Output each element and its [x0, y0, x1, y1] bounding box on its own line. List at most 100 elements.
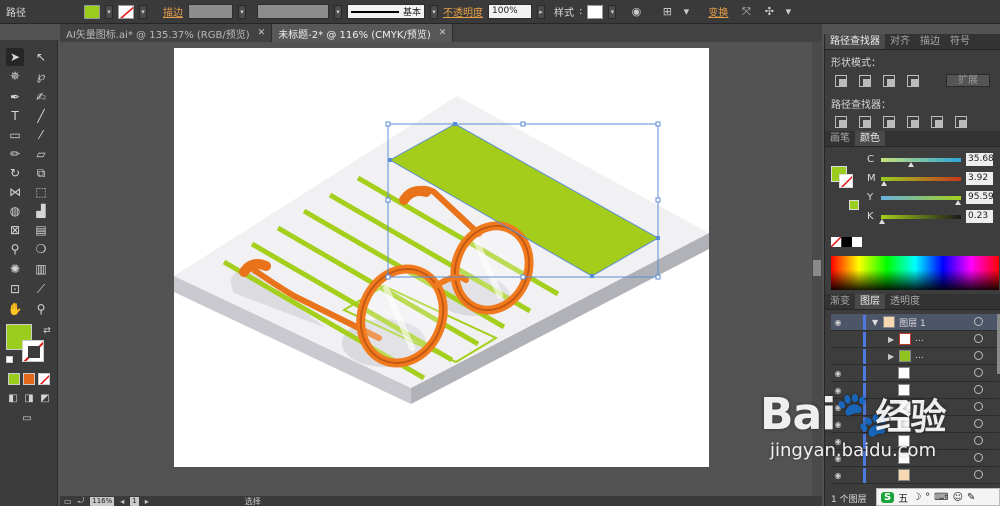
black-value[interactable]: 0.23 — [966, 210, 993, 223]
eye-icon[interactable]: ◉ — [831, 471, 845, 480]
glasses-document-illustration[interactable] — [174, 48, 709, 467]
zoom-field[interactable]: 116% — [90, 496, 115, 506]
tab-symbols[interactable]: 符号 — [945, 34, 975, 49]
color-spectrum[interactable] — [831, 256, 999, 290]
slice-tool-icon[interactable]: ⟋ — [32, 280, 50, 298]
sublayer-row[interactable]: ▶ ... — [831, 331, 999, 348]
magenta-slider-thumb[interactable] — [881, 181, 887, 186]
screen-mode-icon[interactable]: ▭ — [18, 410, 36, 428]
sublayer-target-icon[interactable] — [974, 351, 983, 360]
sogou-ime-icon[interactable]: S — [881, 491, 895, 503]
prev-artboard-icon[interactable]: ◂ — [120, 497, 124, 506]
eraser-tool-icon[interactable]: ▱ — [32, 145, 50, 163]
tab-transparency[interactable]: 透明度 — [885, 294, 925, 309]
moon-icon[interactable]: ☽ — [912, 492, 921, 503]
expand-sublayer-icon[interactable]: ▶ — [888, 335, 894, 344]
rotate-tool-icon[interactable]: ↻ — [6, 164, 24, 182]
align-dropdown-icon[interactable]: ▾ — [679, 5, 693, 19]
ime-toolbar[interactable]: S 五 ☽ ° ⌨ ☺ ✎ — [876, 488, 1000, 506]
eye-icon[interactable]: ◉ — [831, 369, 845, 378]
variable-width-field[interactable] — [257, 4, 329, 19]
eyedropper-tool-icon[interactable]: ⚲ — [6, 240, 24, 258]
rotate-view-icon[interactable]: ⤾ — [78, 496, 85, 506]
sublayer-row[interactable]: ▶ ... — [831, 348, 999, 365]
tab-gradient[interactable]: 渐变 — [825, 294, 855, 309]
recolor-icon[interactable]: ◉ — [629, 5, 643, 19]
type-tool-icon[interactable]: T — [6, 107, 24, 125]
magenta-slider[interactable] — [881, 177, 961, 181]
opacity-field[interactable]: 100% — [488, 4, 532, 19]
tab-document-1[interactable]: AI矢量图标.ai* @ 135.37% (RGB/预览) ✕ — [60, 24, 273, 42]
sublayer-target-icon[interactable] — [974, 453, 983, 462]
black-slider[interactable] — [881, 215, 961, 219]
tab-stroke[interactable]: 描边 — [915, 34, 945, 49]
next-artboard-icon[interactable]: ▸ — [145, 497, 149, 506]
gradient-mode-icon[interactable] — [23, 373, 35, 385]
pencil-tool-icon[interactable]: ✏ — [6, 145, 24, 163]
tab-layers[interactable]: 图层 — [855, 294, 885, 309]
paintbrush-tool-icon[interactable]: ⁄ — [32, 126, 50, 144]
eye-icon[interactable]: ◉ — [831, 318, 845, 327]
tab-pathfinder[interactable]: 路径查找器 — [825, 34, 885, 49]
layer-name[interactable]: 图层 1 — [899, 316, 926, 329]
isolate-dropdown-icon[interactable]: ▾ — [781, 5, 795, 19]
settings-icon[interactable]: ✎ — [967, 492, 975, 503]
width-tool-icon[interactable]: ⋈ — [6, 183, 24, 201]
sublayer-name[interactable]: ... — [915, 351, 924, 361]
sublayer-name[interactable]: ... — [915, 334, 924, 344]
stroke-swatch[interactable] — [118, 4, 134, 19]
input-method-icon[interactable]: 五 — [898, 490, 908, 505]
zoom-tool-icon[interactable]: ⚲ — [32, 300, 50, 318]
artboard[interactable] — [174, 48, 709, 467]
intersect-icon[interactable] — [883, 74, 895, 87]
yellow-value[interactable]: 95.59 — [966, 191, 993, 204]
close-icon[interactable]: ✕ — [258, 28, 266, 38]
sublayer-target-icon[interactable] — [974, 419, 983, 428]
transform-label[interactable]: 变换 — [708, 4, 728, 19]
style-dropdown-icon[interactable]: ▾ — [608, 4, 617, 19]
stroke-color-box[interactable] — [22, 340, 44, 362]
selection-tool-icon[interactable]: ➤ — [6, 48, 24, 66]
fill-dropdown-icon[interactable]: ▾ — [105, 4, 113, 19]
hand-tool-icon[interactable]: ✋ — [6, 300, 24, 318]
blend-tool-icon[interactable]: ❍ — [32, 240, 50, 258]
black-slider-thumb[interactable] — [879, 219, 885, 224]
layer-row-1[interactable]: ◉ ▼ 图层 1 — [831, 314, 999, 331]
line-tool-icon[interactable]: ╱ — [32, 107, 50, 125]
sublayer-target-icon[interactable] — [974, 385, 983, 394]
canvas-area[interactable] — [60, 42, 822, 496]
stroke-dropdown-icon[interactable]: ▾ — [139, 4, 147, 19]
merge-icon[interactable] — [883, 116, 895, 128]
tab-document-2[interactable]: 未标题-2* @ 116% (CMYK/预览) ✕ — [272, 24, 454, 42]
divide-icon[interactable] — [835, 116, 847, 128]
user-icon[interactable]: ☺ — [953, 492, 963, 503]
symbol-sprayer-tool-icon[interactable]: ✺ — [6, 260, 24, 278]
sublayer-row[interactable]: ◉ — [831, 365, 999, 382]
free-transform-tool-icon[interactable]: ⬚ — [32, 183, 50, 201]
unite-icon[interactable] — [835, 74, 847, 87]
direct-selection-tool-icon[interactable]: ↖ — [32, 48, 50, 66]
shape-builder-tool-icon[interactable]: ◍ — [6, 202, 24, 220]
transform-each-icon[interactable]: ⤧ — [739, 5, 753, 19]
stroke-weight-field[interactable] — [188, 4, 233, 19]
artboard-tool-icon[interactable]: ⊡ — [6, 280, 24, 298]
yellow-slider[interactable] — [881, 196, 961, 200]
opacity-label[interactable]: 不透明度 — [443, 4, 483, 19]
align-grid-icon[interactable]: ⊞ — [660, 5, 674, 19]
stroke-label[interactable]: 描边 — [163, 4, 183, 19]
magenta-value[interactable]: 3.92 — [966, 172, 993, 185]
curvature-tool-icon[interactable]: ✍ — [32, 88, 50, 106]
mesh-tool-icon[interactable]: ⊠ — [6, 221, 24, 239]
exclude-icon[interactable] — [907, 74, 919, 87]
scale-tool-icon[interactable]: ⧉ — [32, 164, 50, 182]
tab-color[interactable]: 颜色 — [855, 131, 885, 146]
pen-tool-icon[interactable]: ✒ — [6, 88, 24, 106]
gradient-tool-icon[interactable]: ▤ — [32, 221, 50, 239]
sublayer-row[interactable]: ◉ — [831, 467, 999, 484]
sublayer-target-icon[interactable] — [974, 368, 983, 377]
sublayer-target-icon[interactable] — [974, 470, 983, 479]
color-mode-icon[interactable] — [8, 373, 20, 385]
none-mode-icon[interactable] — [38, 373, 50, 385]
keyboard-icon[interactable]: ⌨ — [934, 492, 948, 503]
sublayer-target-icon[interactable] — [974, 436, 983, 445]
